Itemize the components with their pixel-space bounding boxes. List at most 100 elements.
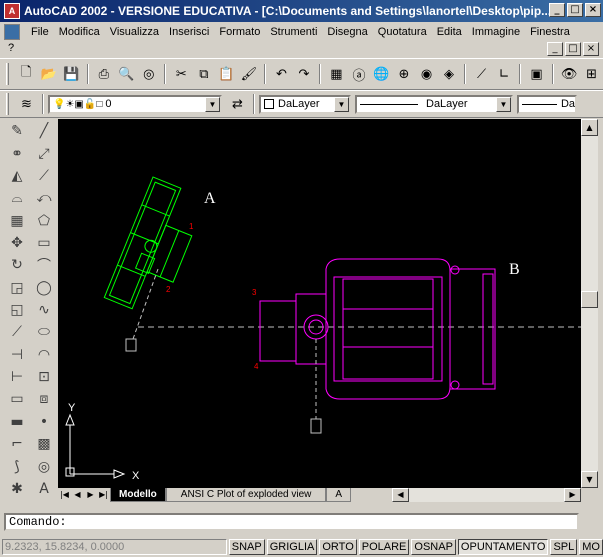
doc-close-button[interactable]: × [583,42,599,56]
tab-modello[interactable]: Modello [110,488,166,502]
erase-icon[interactable]: ✎ [6,120,28,142]
osnap-toggle[interactable]: OSNAP [411,539,456,555]
named-views-icon[interactable]: ▣ [525,63,548,85]
otrack-toggle[interactable]: OPUNTAMENTO [457,539,549,555]
publish-icon[interactable]: ◎ [138,63,161,85]
grid-toggle[interactable]: GRIGLIA [266,539,318,555]
pan-icon[interactable]: 👁 [558,63,581,85]
chevron-down-icon[interactable]: ▼ [334,96,349,112]
chamfer-icon[interactable]: ▬ [6,411,28,433]
polygon-icon[interactable]: ⬠ [33,209,55,231]
move-icon[interactable]: ✥ [6,232,28,254]
stretch-icon[interactable]: ◱ [6,299,28,321]
close-button[interactable]: × [585,3,601,17]
toolbar-grip[interactable] [6,63,9,85]
coordinates-display[interactable]: 9.2323, 15.8234, 0.0000 [2,539,227,555]
arc-undo-icon[interactable]: ⤺ [33,187,55,209]
autocad-app-icon[interactable]: A [4,3,20,19]
copy-icon[interactable]: ⧉ [193,63,216,85]
menu-modifica[interactable]: Modifica [54,26,105,38]
command-line[interactable]: Comando: [4,513,579,531]
insert-block-icon[interactable]: ⊡ [33,366,55,388]
model-toggle[interactable]: MO [579,539,603,555]
document-icon[interactable] [4,24,20,40]
array-icon[interactable]: ▦ [6,209,28,231]
fillet-icon[interactable]: ⌐ [6,433,28,455]
scroll-down-icon[interactable]: ▼ [581,471,598,488]
vertical-scroll-thumb[interactable] [581,291,598,308]
break-icon[interactable]: ⊢ [6,366,28,388]
menu-immagine[interactable]: Immagine [467,26,525,38]
horizontal-scrollbar[interactable]: ◀ ▶ [392,488,581,502]
hyperlink-icon[interactable]: 🌐 [370,63,393,85]
minimize-button[interactable]: _ [549,3,565,17]
join-icon[interactable]: ▭ [6,388,28,410]
web-icon[interactable]: ⊕ [393,63,416,85]
snap-toggle[interactable]: SNAP [228,539,265,555]
menu-strumenti[interactable]: Strumenti [265,26,322,38]
trim-icon[interactable]: ⟋ [6,321,28,343]
lineweight-toggle[interactable]: SPL [550,539,578,555]
scroll-right-icon[interactable]: ▶ [564,488,581,502]
ortho-toggle[interactable]: ORTO [319,539,357,555]
browse-web-icon[interactable]: ◉ [415,63,438,85]
offset-icon[interactable]: ⌓ [6,187,28,209]
mtext-icon[interactable]: A [33,478,55,500]
line-icon[interactable]: ╱ [33,120,55,142]
lineweight-select[interactable]: Da [517,94,577,114]
ellipse-arc-icon[interactable]: ◠ [33,344,55,366]
tool-palette-icon[interactable]: ◈ [438,63,461,85]
hatch-icon[interactable]: ▩ [33,433,55,455]
make-block-icon[interactable]: ⧈ [33,388,55,410]
ucs-icon[interactable]: ∟ [493,63,516,85]
color-select[interactable]: DaLayer ▼ [259,94,351,114]
linetype-select[interactable]: DaLayer ▼ [355,94,513,114]
menu-disegna[interactable]: Disegna [322,26,372,38]
match-properties-icon[interactable]: 🖌 [238,63,261,85]
point-icon[interactable]: • [33,411,55,433]
new-icon[interactable]: 🗋 [15,63,38,85]
copy-object-icon[interactable]: ⚭ [6,142,28,164]
polyline-icon[interactable]: ⟋ [33,165,55,187]
scroll-up-icon[interactable]: ▲ [581,119,598,136]
scroll-left-icon[interactable]: ◀ [392,488,409,502]
ellipse-icon[interactable]: ⬭ [33,321,55,343]
menu-edita[interactable]: Edita [432,26,467,38]
spline-icon[interactable]: ∿ [33,299,55,321]
doc-restore-button[interactable]: □ [565,42,581,56]
maximize-button[interactable]: □ [567,3,583,17]
extend-icon[interactable]: ⊣ [6,344,28,366]
redo-icon[interactable]: ↷ [293,63,316,85]
undo-icon[interactable]: ↶ [270,63,293,85]
layer-manager-icon[interactable]: ≋ [15,93,38,115]
menu-help[interactable]: ? [8,42,14,54]
open-icon[interactable]: 📂 [38,63,61,85]
horizontal-scroll-track[interactable] [409,488,564,502]
autocad-today-icon[interactable]: ⓐ [348,63,371,85]
circle-icon[interactable]: ◯ [33,277,55,299]
print-icon[interactable]: ⎙ [93,63,116,85]
arc-icon[interactable]: ⌒ [33,254,55,276]
mirror-icon[interactable]: ◭ [6,165,28,187]
design-center-icon[interactable]: ▦ [325,63,348,85]
more-tools-icon[interactable]: ✱ [6,478,28,500]
save-icon[interactable]: 💾 [60,63,83,85]
doc-minimize-button[interactable]: _ [547,42,563,56]
construction-line-icon[interactable]: ⤢ [33,142,55,164]
make-layer-current-icon[interactable]: ⇄ [226,93,249,115]
first-tab-icon[interactable]: |◀ [58,488,71,502]
scale-icon[interactable]: ◲ [6,277,28,299]
menu-file[interactable]: File [26,26,54,38]
tab-a[interactable]: A [326,488,352,502]
distance-icon[interactable]: ⟋ [470,63,493,85]
explode-icon[interactable]: ⟆ [6,455,28,477]
menu-quotatura[interactable]: Quotatura [373,26,432,38]
menu-formato[interactable]: Formato [214,26,265,38]
menu-visualizza[interactable]: Visualizza [105,26,164,38]
vertical-scrollbar[interactable]: ▲ ▼ [581,119,598,488]
polar-toggle[interactable]: POLARE [358,539,410,555]
chevron-down-icon[interactable]: ▼ [496,96,511,112]
paste-icon[interactable]: 📋 [215,63,238,85]
region-icon[interactable]: ◎ [33,455,55,477]
rectangle-icon[interactable]: ▭ [33,232,55,254]
